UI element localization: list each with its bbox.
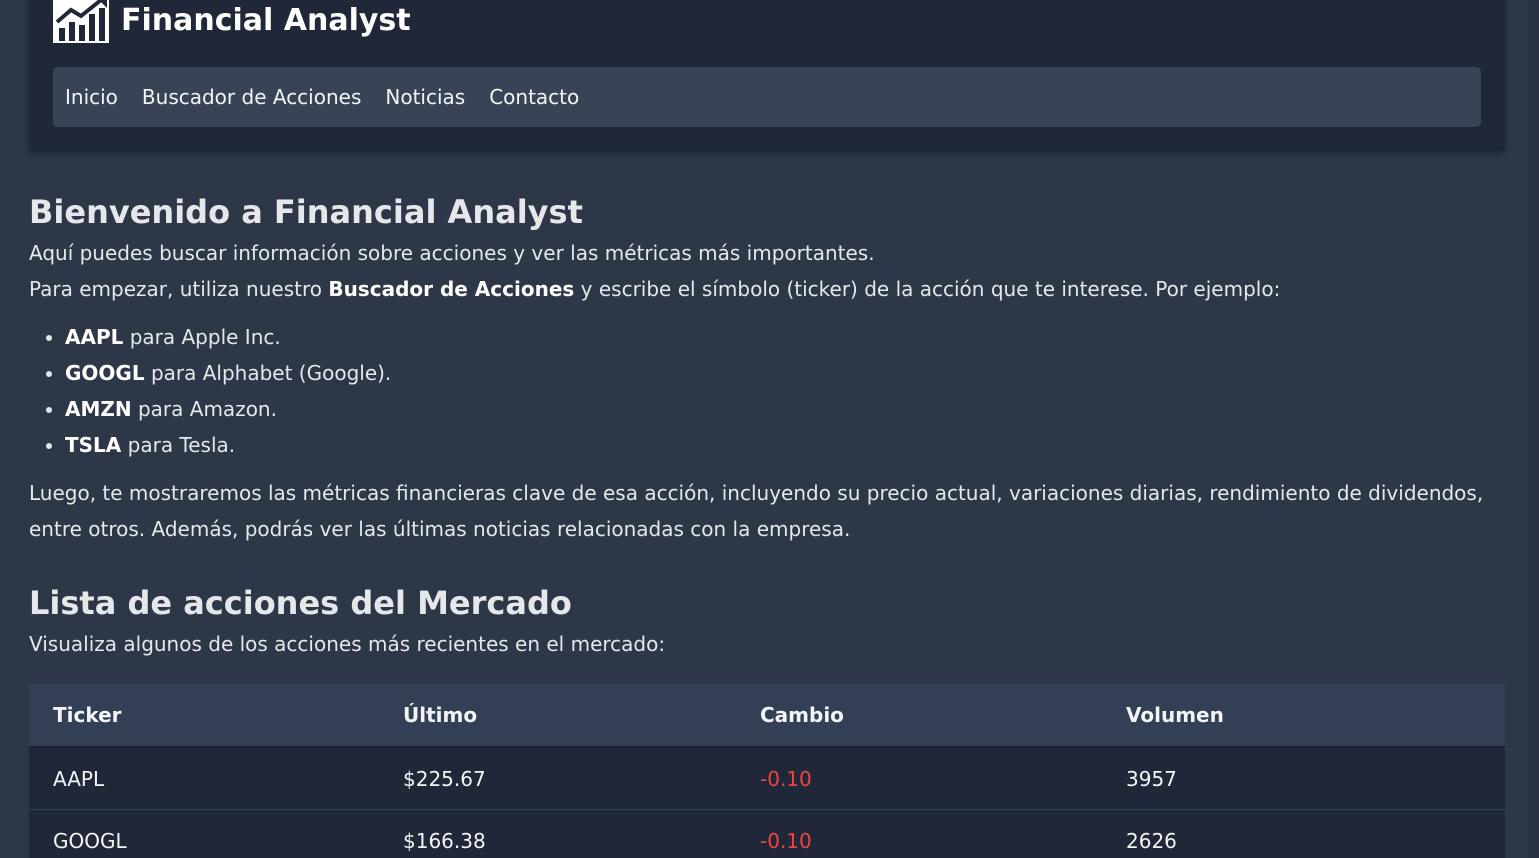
column-header-last[interactable]: Último bbox=[379, 684, 736, 748]
table-header-row: Ticker Último Cambio Volumen bbox=[29, 684, 1505, 748]
list-item: AMZN para Amazon. bbox=[65, 391, 1505, 427]
main-nav: Inicio Buscador de Acciones Noticias Con… bbox=[53, 67, 1481, 127]
nav-item-inicio[interactable]: Inicio bbox=[65, 85, 118, 109]
chart-growth-icon bbox=[53, 0, 109, 43]
instructions-after: y escribe el símbolo (ticker) de la acci… bbox=[574, 277, 1281, 301]
welcome-section: Bienvenido a Financial Analyst Aquí pued… bbox=[29, 190, 1505, 547]
market-subtitle: Visualiza algunos de los acciones más re… bbox=[29, 632, 666, 656]
example-ticker: TSLA bbox=[65, 433, 122, 457]
column-header-ticker[interactable]: Ticker bbox=[29, 684, 379, 748]
example-desc: para Amazon. bbox=[131, 397, 277, 421]
stock-table: Ticker Último Cambio Volumen AAPL $225.6… bbox=[29, 684, 1505, 858]
cell-ticker: AAPL bbox=[29, 747, 379, 810]
main-content: Bienvenido a Financial Analyst Aquí pued… bbox=[29, 190, 1505, 858]
table-row[interactable]: AAPL $225.67 -0.10 3957 bbox=[29, 747, 1505, 810]
site-header: Financial Analyst Inicio Buscador de Acc… bbox=[29, 0, 1505, 151]
cell-last: $166.38 bbox=[379, 809, 736, 858]
list-item: AAPL para Apple Inc. bbox=[65, 319, 1505, 355]
example-ticker: AMZN bbox=[65, 397, 132, 421]
list-item: GOOGL para Alphabet (Google). bbox=[65, 355, 1505, 391]
cell-ticker: GOOGL bbox=[29, 809, 379, 858]
cell-change: -0.10 bbox=[736, 747, 1102, 810]
column-header-change[interactable]: Cambio bbox=[736, 684, 1102, 748]
cell-last: $225.67 bbox=[379, 747, 736, 810]
brand-title: Financial Analyst bbox=[121, 3, 411, 38]
welcome-title: Bienvenido a Financial Analyst bbox=[29, 193, 583, 231]
cell-volume: 2626 bbox=[1102, 809, 1505, 858]
list-item: TSLA para Tesla. bbox=[65, 427, 1505, 463]
table-row[interactable]: GOOGL $166.38 -0.10 2626 bbox=[29, 809, 1505, 858]
ticker-examples-list: AAPL para Apple Inc. GOOGL para Alphabet… bbox=[29, 319, 1505, 463]
market-title: Lista de acciones del Mercado bbox=[29, 584, 572, 622]
market-section: Lista de acciones del Mercado Visualiza … bbox=[29, 581, 1505, 858]
page-scrollbar[interactable] bbox=[1529, 0, 1539, 858]
nav-item-contacto[interactable]: Contacto bbox=[489, 85, 579, 109]
brand[interactable]: Financial Analyst bbox=[53, 0, 411, 43]
example-ticker: AAPL bbox=[65, 325, 124, 349]
instructions-before: Para empezar, utiliza nuestro bbox=[29, 277, 329, 301]
cell-change: -0.10 bbox=[736, 809, 1102, 858]
nav-item-noticias[interactable]: Noticias bbox=[385, 85, 465, 109]
welcome-instructions: Para empezar, utiliza nuestro Buscador d… bbox=[29, 271, 1505, 307]
column-header-volume[interactable]: Volumen bbox=[1102, 684, 1505, 748]
page: Financial Analyst Inicio Buscador de Acc… bbox=[0, 0, 1539, 858]
example-desc: para Tesla. bbox=[121, 433, 236, 457]
example-desc: para Alphabet (Google). bbox=[144, 361, 392, 385]
instructions-search-link: Buscador de Acciones bbox=[328, 277, 575, 301]
example-ticker: GOOGL bbox=[65, 361, 145, 385]
welcome-outro: Luego, te mostraremos las métricas finan… bbox=[29, 481, 1484, 541]
cell-volume: 3957 bbox=[1102, 747, 1505, 810]
example-desc: para Apple Inc. bbox=[123, 325, 281, 349]
nav-item-buscador[interactable]: Buscador de Acciones bbox=[142, 85, 361, 109]
welcome-intro: Aquí puedes buscar información sobre acc… bbox=[29, 241, 875, 265]
